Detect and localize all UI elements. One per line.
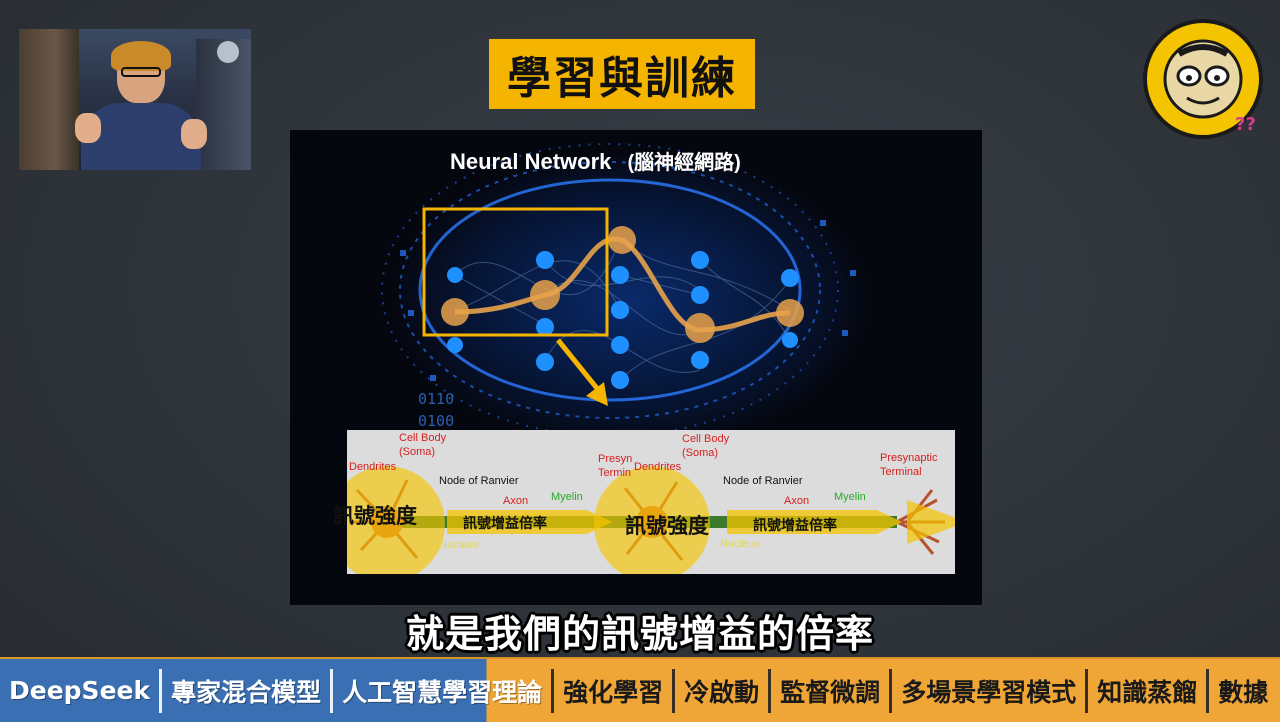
studio-lamp (217, 41, 239, 63)
label-presyn-2a: Presynaptic (880, 452, 938, 464)
tag-multi-scenario-learning: 多場景學習模式 (901, 677, 1077, 707)
tag-supervised-fine-tuning: 監督微調 (780, 677, 881, 707)
label-nucleus-2: Nucleus (720, 538, 760, 550)
binary-text-b: 0100 (418, 412, 454, 430)
label-dendrites-2: Dendrites (634, 461, 682, 473)
slide-title-box: 學習與訓練 (489, 39, 755, 109)
tag-separator (551, 668, 555, 713)
label-nucleus-1: Nucleus (439, 539, 479, 551)
label-node-ranvier-1: Node of Ranvier (439, 475, 519, 487)
slide-heading: Neural Network (腦神經網路) (450, 146, 741, 175)
tag-data: 數據 (1218, 677, 1269, 707)
label-cell-body-2: Cell Body (682, 433, 730, 445)
tag-separator (889, 668, 893, 713)
label-node-ranvier-2: Node of Ranvier (723, 475, 803, 487)
video-caption: 就是我們的訊號增益的倍率 (405, 612, 874, 656)
tag-knowledge-distillation: 知識蒸餾 (1097, 677, 1198, 707)
label-myelin-2: Myelin (834, 491, 866, 503)
label-presyn-1b: Termin (598, 467, 632, 479)
slide-heading-cn: (腦神經網路) (627, 152, 741, 174)
presenter-glasses (121, 67, 161, 77)
presenter (75, 41, 207, 170)
label-axon-1: Axon (503, 495, 529, 507)
webcam-video (19, 29, 251, 170)
bookshelf (19, 29, 79, 170)
tag-separator (672, 668, 676, 713)
overlay-signal-strength-2: 訊號強度 (625, 514, 709, 538)
tag-separator (159, 668, 163, 713)
channel-logo: ?? (1135, 14, 1271, 144)
channel-logo-icon: ?? (1143, 19, 1263, 139)
label-cell-body-1: Cell Body (399, 432, 447, 444)
slide-image: 0110 0100 Neural Network (腦神經網路) Cell Bo… (290, 130, 982, 605)
overlay-gain-ratio-1: 訊號增益倍率 (463, 516, 547, 532)
label-axon-2: Axon (784, 495, 810, 507)
slide-title: 學習與訓練 (507, 53, 737, 104)
tag-ai-learning-theory: 人工智慧學習理論 (342, 677, 543, 707)
svg-text:??: ?? (1235, 114, 1256, 135)
neuron-diagram: Cell Body (Soma) Dendrites Node of Ranvi… (333, 430, 955, 574)
label-presyn-1a: Presyn (598, 453, 633, 465)
overlay-signal-strength-1: 訊號強度 (333, 504, 417, 528)
presenter-left-hand (75, 113, 101, 143)
tag-cold-start: 冷啟動 (684, 677, 760, 707)
slide-heading-en: Neural Network (450, 149, 612, 174)
label-dendrites-1: Dendrites (349, 461, 397, 473)
tag-separator (330, 668, 334, 713)
tag-separator (1206, 668, 1210, 713)
label-soma-2: (Soma) (682, 447, 719, 459)
tag-reinforcement-learning: 強化學習 (563, 677, 664, 707)
tag-deepseek: DeepSeek (9, 676, 151, 705)
tag-mixture-of-experts: 專家混合模型 (171, 677, 322, 707)
label-myelin-1: Myelin (551, 491, 583, 503)
overlay-gain-ratio-2: 訊號增益倍率 (753, 518, 837, 534)
presenter-right-hand (181, 119, 207, 149)
binary-text-a: 0110 (418, 390, 454, 408)
tag-separator (768, 668, 772, 713)
label-presyn-2b: Terminal (880, 466, 922, 478)
topic-tag-bar: DeepSeek 專家混合模型 人工智慧學習理論 強化學習 冷啟動 監督微調 多… (0, 657, 1280, 722)
tag-separator (1085, 668, 1089, 713)
label-soma-1: (Soma) (399, 446, 436, 458)
